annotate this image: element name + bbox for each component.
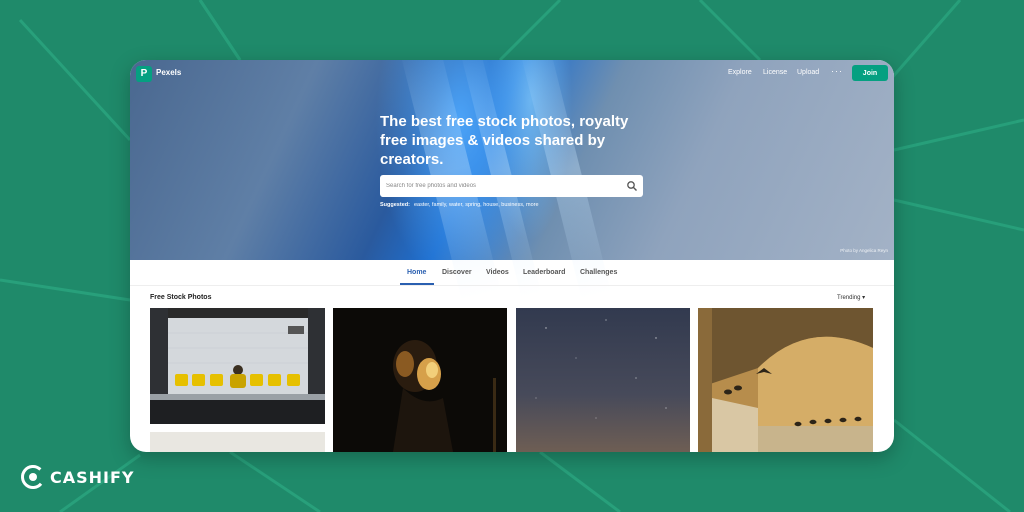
- photo-couple-dark[interactable]: [333, 308, 507, 452]
- nav-license-link[interactable]: License: [763, 69, 787, 76]
- join-button[interactable]: Join: [852, 65, 888, 81]
- pexels-logo-icon[interactable]: P: [136, 66, 152, 82]
- photo-couple-graphic: [333, 308, 507, 452]
- suggested-label: Suggested:: [380, 202, 410, 208]
- search-icon[interactable]: [626, 180, 638, 192]
- more-options-icon[interactable]: ···: [831, 66, 843, 76]
- active-tab-indicator: [400, 283, 434, 285]
- photo-partial[interactable]: [150, 432, 325, 452]
- sort-dropdown[interactable]: Trending ▾: [837, 294, 865, 301]
- brand-name[interactable]: Pexels: [156, 68, 181, 77]
- photo-architecture-pigeons[interactable]: [698, 308, 873, 452]
- chevron-down-icon: ▾: [862, 295, 866, 301]
- search-input[interactable]: [386, 179, 616, 193]
- tab-leaderboard[interactable]: Leaderboard: [523, 269, 565, 276]
- gallery-title: Free Stock Photos: [150, 294, 212, 301]
- content-tabs: Home Discover Videos Leaderboard Challen…: [130, 260, 894, 286]
- photo-subway-graphic: [150, 308, 325, 424]
- cashify-logo-icon: [21, 465, 45, 489]
- tab-discover[interactable]: Discover: [442, 269, 472, 276]
- photo-subway-station[interactable]: [150, 308, 325, 424]
- suggested-terms[interactable]: easter, family, water, spring, house, bu…: [414, 202, 539, 208]
- photo-sky-graphic: [516, 308, 690, 452]
- photo-night-sky[interactable]: [516, 308, 690, 452]
- hero-headline: The best free stock photos, royalty free…: [380, 113, 629, 168]
- nav-upload-link[interactable]: Upload: [797, 69, 819, 76]
- nav-explore-link[interactable]: Explore: [728, 69, 752, 76]
- top-navigation: P Pexels Explore License Upload ··· Join: [130, 60, 894, 88]
- sort-label: Trending: [837, 295, 861, 301]
- hero-banner: P Pexels Explore License Upload ··· Join…: [130, 60, 894, 301]
- tab-challenges[interactable]: Challenges: [580, 269, 617, 276]
- photo-credit[interactable]: Photo by Angelica Reyn: [840, 248, 888, 253]
- suggested-searches: Suggested: easter, family, water, spring,…: [380, 202, 539, 208]
- tab-home[interactable]: Home: [407, 269, 426, 276]
- tab-videos[interactable]: Videos: [486, 269, 509, 276]
- browser-window: P Pexels Explore License Upload ··· Join…: [130, 60, 894, 452]
- search-bar[interactable]: [380, 175, 643, 197]
- photo-architecture-graphic: [698, 308, 873, 452]
- cashify-wordmark: CASHIFY: [50, 468, 135, 487]
